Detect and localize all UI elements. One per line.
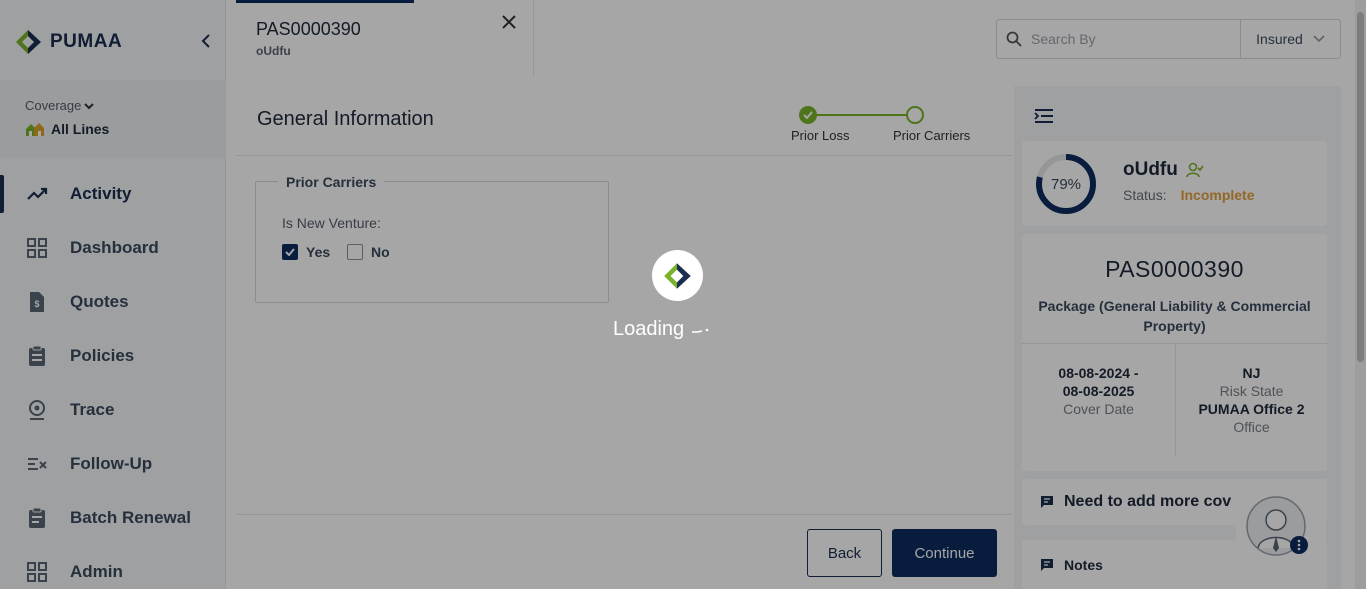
loading-label: Loading	[613, 318, 685, 340]
loading-dots-icon	[691, 328, 709, 333]
loading-overlay: Loading	[0, 0, 1366, 589]
pumaa-logo-icon	[663, 262, 691, 289]
loading-spinner	[652, 250, 703, 301]
loading-text: Loading	[613, 318, 712, 341]
